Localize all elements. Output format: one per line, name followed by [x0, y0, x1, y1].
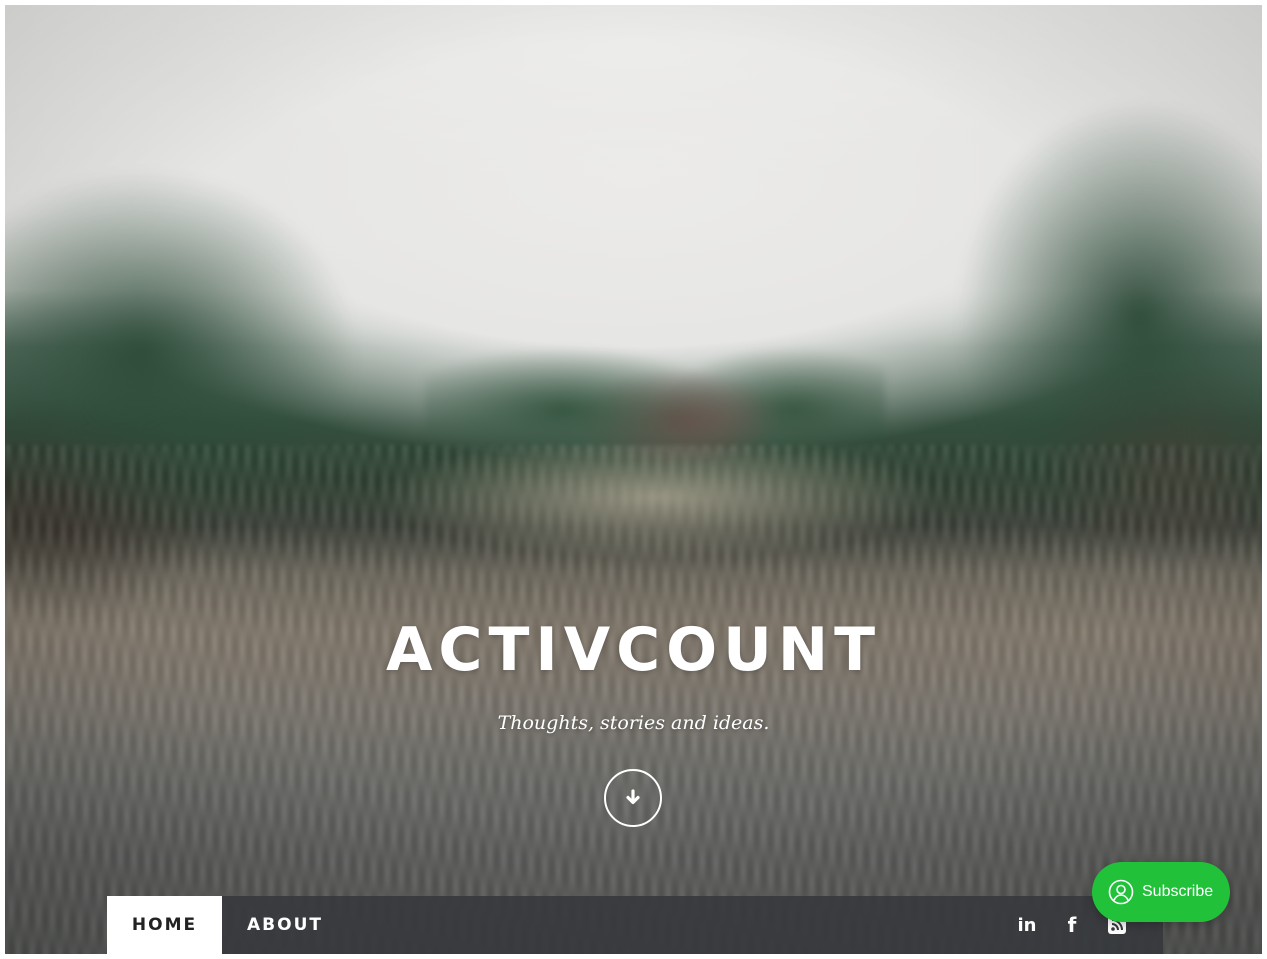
site-description: Thoughts, stories and ideas. — [497, 712, 770, 734]
linkedin-icon[interactable]: in — [1012, 896, 1042, 954]
facebook-icon[interactable]: f — [1057, 896, 1087, 954]
subscribe-button[interactable]: Subscribe — [1092, 862, 1230, 922]
subscribe-label: Subscribe — [1142, 883, 1214, 900]
nav-item-about[interactable]: ABOUT — [237, 896, 333, 954]
arrow-down-icon — [626, 789, 640, 805]
user-circle-icon — [1108, 879, 1134, 905]
site-title: ACTIVCOUNT — [385, 615, 882, 685]
page-frame: ACTIVCOUNT Thoughts, stories and ideas. … — [5, 5, 1262, 954]
main-navigation: HOME ABOUT in f — [107, 896, 1163, 954]
scroll-down-button[interactable] — [604, 769, 662, 827]
nav-item-home[interactable]: HOME — [107, 896, 222, 954]
